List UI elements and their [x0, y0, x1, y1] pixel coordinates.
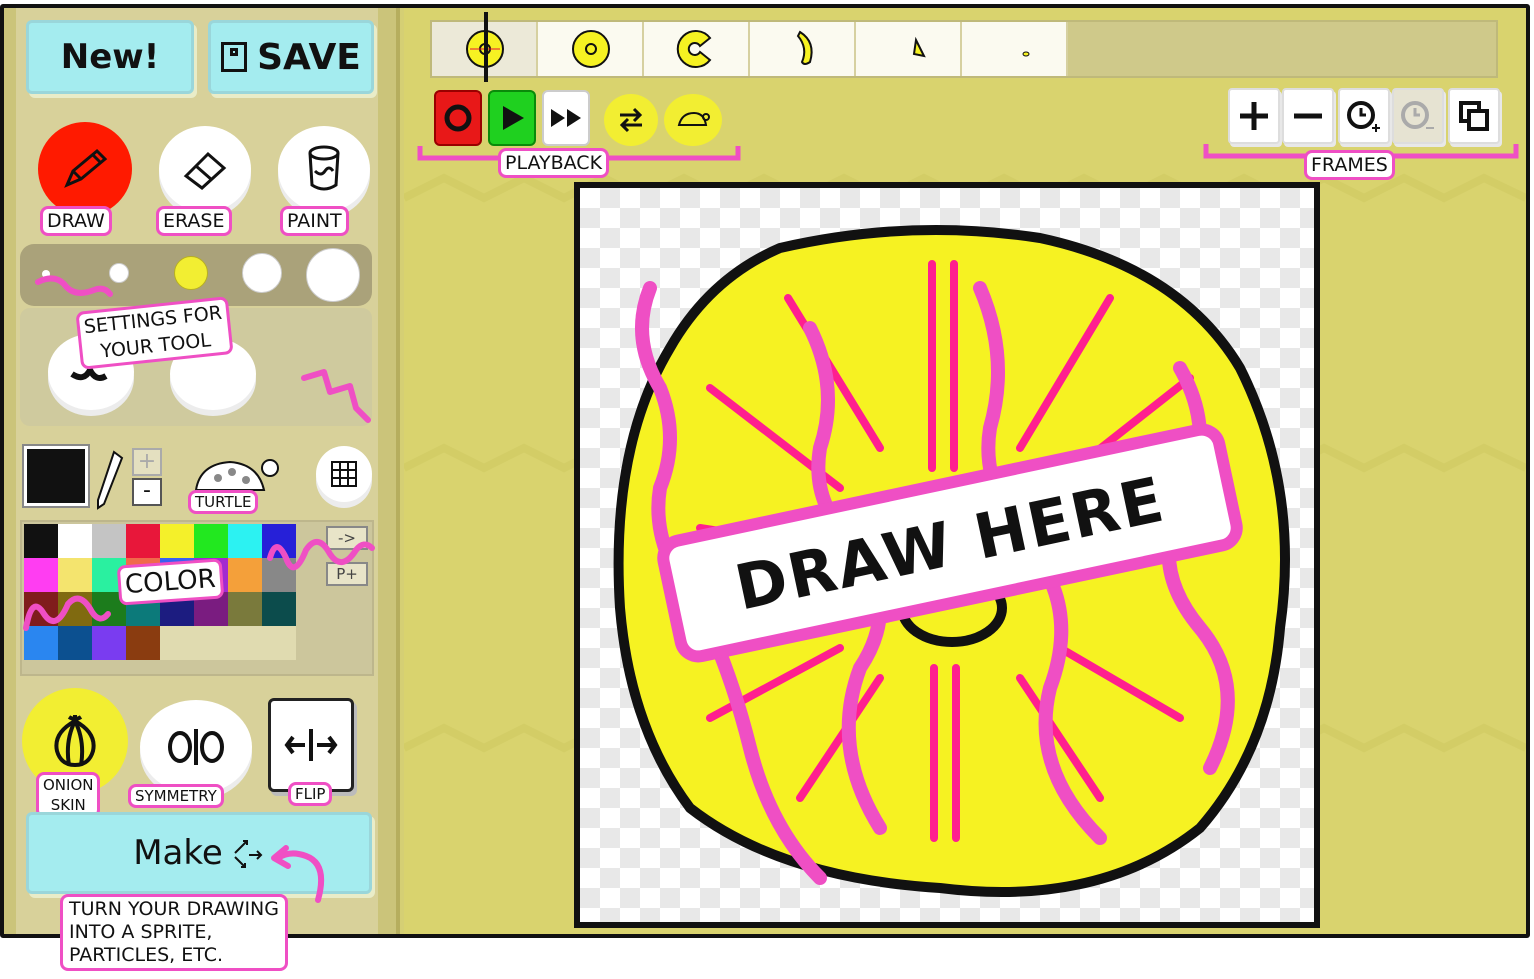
- brush-size-5[interactable]: [306, 248, 360, 302]
- make-note-line3: PARTICLES, ETC.: [69, 944, 224, 966]
- frame-thumb-5[interactable]: [856, 22, 962, 76]
- new-button-label: New!: [60, 37, 160, 77]
- play-icon: [503, 106, 524, 130]
- plus-icon: [1240, 102, 1268, 130]
- onion-skin-label-line1: ONION: [43, 776, 94, 794]
- add-duration-button[interactable]: [1338, 88, 1390, 144]
- flip-icon: [284, 729, 338, 761]
- palette-swatch[interactable]: [160, 626, 194, 660]
- copy-frame-button[interactable]: [1448, 88, 1500, 144]
- eraser-icon: [183, 151, 227, 190]
- palette-swatch[interactable]: [160, 524, 194, 558]
- new-button[interactable]: New!: [26, 20, 194, 94]
- eyedropper-icon[interactable]: [92, 448, 126, 514]
- play-button[interactable]: [488, 90, 536, 146]
- palette-swatch[interactable]: [228, 558, 262, 592]
- size-minus-button[interactable]: -: [132, 478, 162, 506]
- minus-icon: [1294, 113, 1322, 119]
- frames-label: FRAMES: [1304, 150, 1395, 180]
- scatter-arrows-icon: [234, 840, 263, 868]
- draw-tool-button[interactable]: [38, 122, 132, 216]
- make-note-line1: TURN YOUR DRAWING: [69, 898, 279, 920]
- playhead[interactable]: [484, 12, 488, 82]
- speed-button[interactable]: [664, 94, 722, 146]
- palette-swatch[interactable]: [262, 592, 296, 626]
- palette-swatch[interactable]: [228, 626, 262, 660]
- palette-swatch[interactable]: [58, 524, 92, 558]
- frame-thumb-image: [796, 30, 813, 65]
- symmetry-button[interactable]: [140, 700, 252, 794]
- flip-button[interactable]: [268, 698, 354, 792]
- pink-zigzag-decor: [301, 369, 371, 423]
- paint-tool-button[interactable]: [278, 126, 370, 212]
- palette-swatch[interactable]: [92, 524, 126, 558]
- clock-minus-icon: [1401, 101, 1434, 129]
- symmetry-icon: [168, 729, 224, 765]
- size-plus-button[interactable]: +: [132, 448, 162, 476]
- grid-toggle-button[interactable]: [316, 446, 372, 502]
- erase-tool-label: ERASE: [156, 206, 232, 236]
- remove-frame-button[interactable]: [1282, 88, 1334, 144]
- fast-forward-icon: [551, 109, 581, 127]
- clock-plus-icon: [1347, 101, 1380, 132]
- pink-squiggle-decor: [35, 275, 113, 297]
- record-button[interactable]: [434, 90, 482, 146]
- frame-thumb-image: [676, 30, 712, 68]
- drawing-canvas[interactable]: DRAW HERE: [574, 182, 1320, 928]
- draw-tool-label: DRAW: [40, 206, 112, 236]
- color-note: COLOR: [116, 558, 224, 606]
- frame-thumb-image: [1022, 51, 1030, 57]
- paint-bucket-icon: [308, 145, 340, 191]
- palette-swatch[interactable]: [126, 626, 160, 660]
- copy-icon: [1459, 101, 1489, 131]
- pink-squiggle-decor: [23, 595, 111, 631]
- brush-size-3[interactable]: [174, 256, 208, 290]
- save-button-label: SAVE: [257, 36, 361, 78]
- fast-forward-button[interactable]: [542, 90, 590, 146]
- pink-squiggle-decor: [267, 539, 375, 571]
- record-icon: [444, 104, 472, 132]
- palette-swatch[interactable]: [194, 524, 228, 558]
- make-button-label: Make: [133, 833, 223, 873]
- symmetry-label: SYMMETRY: [128, 784, 224, 808]
- turtle-label: TURTLE: [188, 490, 259, 514]
- frame-thumb-3[interactable]: [644, 22, 750, 76]
- palette-swatch[interactable]: [228, 592, 262, 626]
- palette-swatch[interactable]: [24, 524, 58, 558]
- palette-swatch[interactable]: [194, 626, 228, 660]
- add-frame-button[interactable]: [1228, 88, 1280, 144]
- grid-icon: [331, 461, 357, 487]
- make-note-line2: INTO A SPRITE,: [69, 921, 213, 943]
- paint-tool-label: PAINT: [280, 206, 349, 236]
- pencil-icon: [64, 148, 108, 188]
- make-note: TURN YOUR DRAWING INTO A SPRITE, PARTICL…: [60, 894, 288, 971]
- frame-thumb-2[interactable]: [538, 22, 644, 76]
- sprite-editor: New! SAVE DRAW ERASE PAINT SETTINGS FOR …: [0, 0, 1534, 979]
- onion-icon: [54, 715, 96, 768]
- save-button[interactable]: SAVE: [208, 20, 374, 94]
- frame-thumb-6[interactable]: [962, 22, 1068, 76]
- remove-duration-button[interactable]: [1392, 88, 1444, 144]
- floppy-icon: [221, 42, 248, 72]
- frame-thumb-image: [912, 36, 926, 58]
- palette-swatch[interactable]: [126, 524, 160, 558]
- loop-arrows-icon: [619, 107, 643, 133]
- frame-thumb-image: [572, 30, 610, 68]
- loop-button[interactable]: [604, 94, 658, 146]
- workspace: PLAYBACK FRAMES DRAW HERE: [404, 8, 1526, 934]
- playback-label: PLAYBACK: [498, 148, 610, 178]
- palette-swatch[interactable]: [228, 524, 262, 558]
- palette-swatch[interactable]: [262, 626, 296, 660]
- current-color-swatch[interactable]: [24, 446, 88, 506]
- flip-label: FLIP: [288, 782, 333, 806]
- turtle-speed-icon: [677, 111, 710, 126]
- tool-sidebar: New! SAVE DRAW ERASE PAINT SETTINGS FOR …: [4, 8, 400, 934]
- frame-thumb-4[interactable]: [750, 22, 856, 76]
- brush-size-4[interactable]: [242, 253, 282, 293]
- erase-tool-button[interactable]: [159, 126, 251, 212]
